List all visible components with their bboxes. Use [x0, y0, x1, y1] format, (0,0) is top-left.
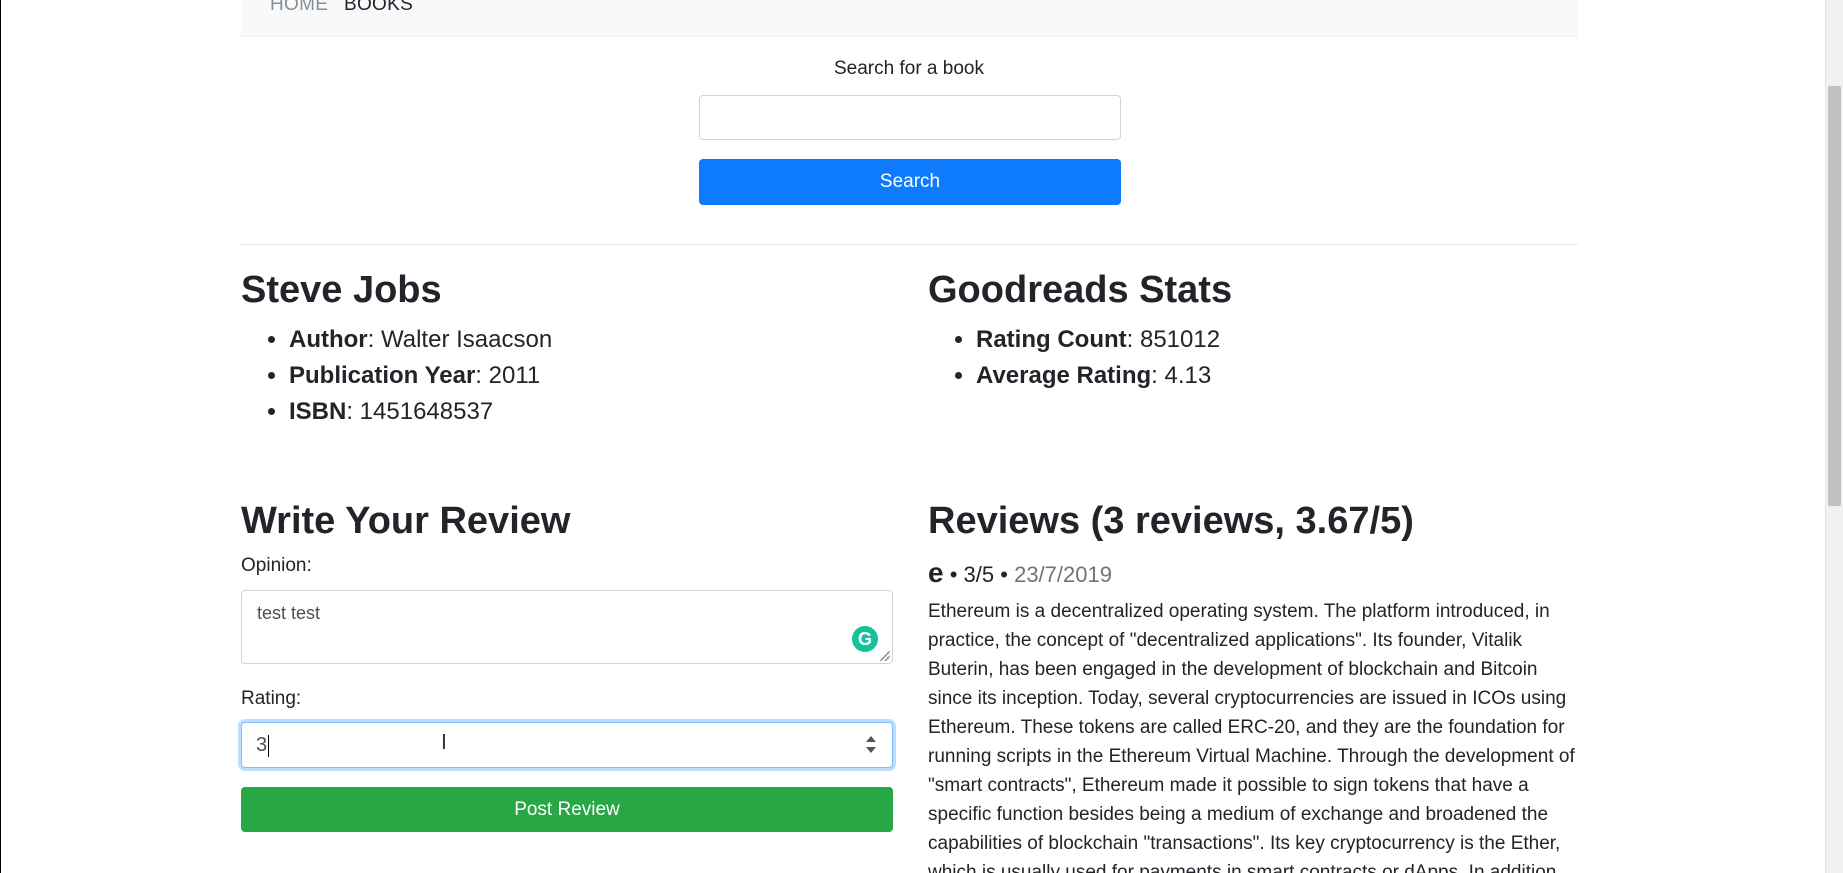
year-label: Publication Year [289, 362, 476, 389]
book-info-list: Author: Walter Isaacson Publication Year… [241, 322, 552, 430]
average-rating-value: : 4.13 [1151, 362, 1212, 389]
book-isbn-item: ISBN: 1451648537 [289, 394, 552, 430]
bullet-separator: • [1000, 562, 1015, 587]
rating-input[interactable]: 3 [241, 722, 893, 768]
window-edge [0, 0, 1, 873]
page: HOME BOOKS Search for a book Search Stev… [0, 0, 1843, 873]
review-text: Ethereum is a decentralized operating sy… [928, 601, 1575, 873]
spinner-down-icon[interactable] [866, 747, 876, 753]
spinner-up-icon[interactable] [866, 736, 876, 742]
opinion-text: test test [257, 603, 321, 623]
rating-count-item: Rating Count: 851012 [976, 322, 1220, 358]
stats-title: Goodreads Stats [928, 269, 1233, 311]
text-caret [268, 734, 270, 757]
review-rating: 3/5 [963, 562, 995, 587]
search-label: Search for a book [834, 58, 984, 79]
divider [241, 244, 1578, 245]
book-year-item: Publication Year: 2011 [289, 358, 552, 394]
page-scrollbar[interactable] [1825, 0, 1843, 873]
bullet-separator: • [949, 562, 964, 587]
author-label: Author [289, 326, 368, 353]
write-review-title: Write Your Review [241, 500, 571, 542]
rating-count-value: : 851012 [1126, 326, 1221, 353]
average-rating-item: Average Rating: 4.13 [976, 358, 1220, 394]
rating-value: 3 [256, 734, 268, 756]
reviews-title: Reviews (3 reviews, 3.67/5) [928, 500, 1414, 542]
review-date: 23/7/2019 [1014, 562, 1112, 587]
rating-label: Rating: [241, 688, 302, 709]
book-title: Steve Jobs [241, 269, 442, 311]
isbn-value: : 1451648537 [346, 398, 494, 425]
opinion-textarea[interactable]: test test G [241, 590, 893, 664]
scrollbar-thumb[interactable] [1828, 86, 1841, 506]
stats-list: Rating Count: 851012 Average Rating: 4.1… [928, 322, 1220, 394]
resize-handle[interactable] [880, 651, 890, 661]
navbar: HOME BOOKS [241, 0, 1578, 37]
review-user: e [928, 557, 944, 588]
search-input[interactable] [699, 95, 1121, 140]
nav-home-link[interactable]: HOME [270, 0, 328, 16]
isbn-label: ISBN [289, 398, 347, 425]
review-meta: e • 3/5 • 23/7/2019 [928, 557, 1112, 589]
rating-count-label: Rating Count [976, 326, 1127, 353]
author-value: : Walter Isaacson [367, 326, 553, 353]
year-value: : 2011 [475, 362, 541, 389]
opinion-label: Opinion: [241, 555, 312, 576]
nav-books-link[interactable]: BOOKS [344, 0, 413, 16]
post-review-button[interactable]: Post Review [241, 787, 893, 832]
book-author-item: Author: Walter Isaacson [289, 322, 552, 358]
search-button[interactable]: Search [699, 159, 1121, 205]
rating-spinner[interactable] [864, 734, 878, 756]
grammarly-icon[interactable]: G [852, 626, 878, 652]
average-rating-label: Average Rating [976, 362, 1152, 389]
text-cursor-icon: I [441, 730, 447, 754]
